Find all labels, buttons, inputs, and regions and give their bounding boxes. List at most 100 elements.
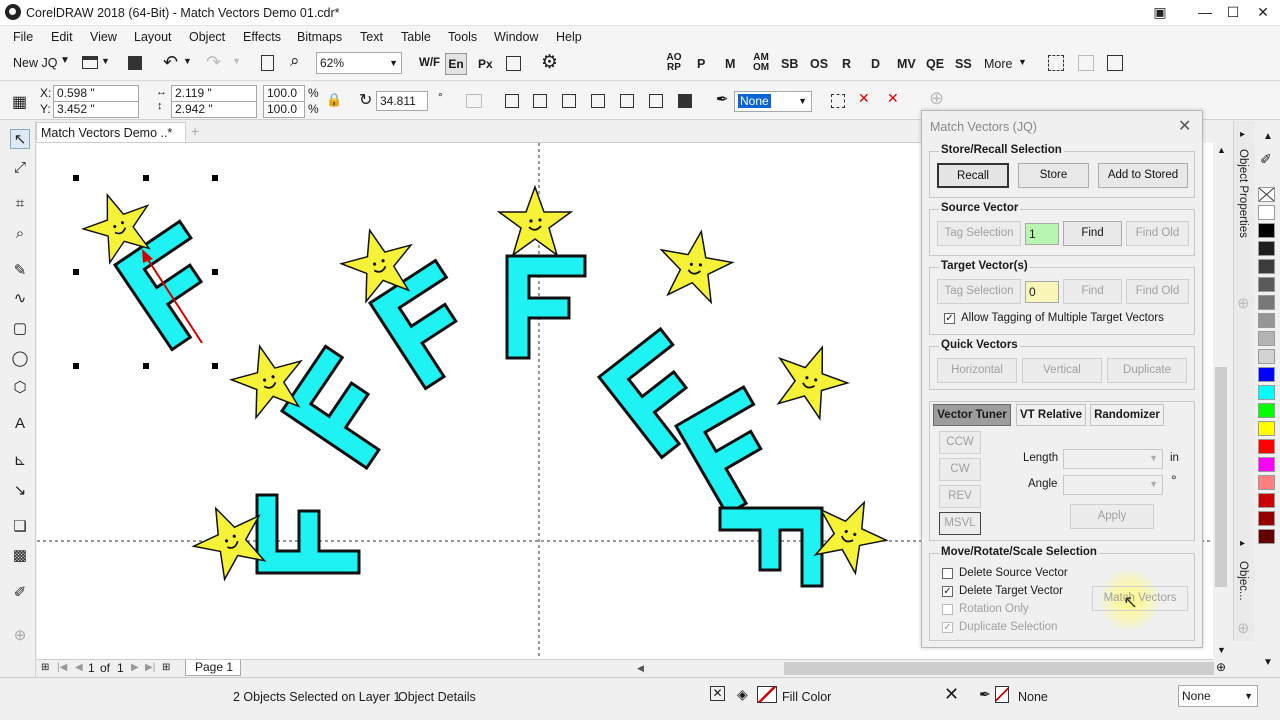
tab-randomizer[interactable]: Randomizer bbox=[1090, 404, 1164, 426]
x-position-field[interactable]: 0.598 " bbox=[53, 85, 139, 102]
match-vectors-button[interactable]: Match Vectors bbox=[1092, 586, 1188, 611]
macro-copy-icon[interactable] bbox=[1078, 55, 1094, 71]
rectangle-tool-icon[interactable]: ▢ bbox=[10, 319, 30, 339]
prev-page-icon[interactable]: ◀ bbox=[75, 662, 83, 673]
star-shape[interactable] bbox=[498, 186, 572, 256]
add-tool-icon[interactable]: ⊕ bbox=[10, 626, 30, 646]
target-tag-selection-button[interactable]: Tag Selection bbox=[937, 279, 1021, 304]
color-swatch[interactable] bbox=[1258, 439, 1275, 454]
no-color-swatch[interactable] bbox=[1258, 187, 1275, 202]
dock-add-icon-2[interactable]: ⊕ bbox=[1237, 619, 1250, 637]
duplicate-selection-checkbox[interactable]: ✓ bbox=[942, 622, 953, 633]
first-page-icon[interactable]: |◀ bbox=[57, 662, 67, 673]
open-dropdown-icon[interactable]: ▼ bbox=[101, 56, 110, 66]
object-properties-tab[interactable]: Object Properties bbox=[1237, 149, 1249, 238]
drop-shadow-tool-icon[interactable]: ❏ bbox=[10, 517, 30, 537]
outline-pen-status-icon[interactable]: ✒ bbox=[979, 686, 991, 703]
angle-select[interactable]: ▼ bbox=[1063, 475, 1163, 495]
macro-select-icon[interactable] bbox=[1048, 55, 1064, 71]
macro-mv-button[interactable]: MV bbox=[897, 57, 916, 71]
horizontal-button[interactable]: Horizontal bbox=[937, 358, 1017, 383]
zoom-level-field[interactable]: 62% ▼ bbox=[316, 52, 402, 74]
last-page-icon[interactable]: ▶| bbox=[145, 662, 155, 673]
new-button[interactable]: New JQ bbox=[13, 56, 57, 70]
menu-layout[interactable]: Layout bbox=[134, 30, 172, 44]
menu-text[interactable]: Text bbox=[360, 30, 383, 44]
dock-add-icon[interactable]: ⊕ bbox=[1237, 294, 1250, 312]
scroll-up-icon[interactable]: ▲ bbox=[1217, 145, 1226, 155]
dock-expand-icon[interactable]: ▸ bbox=[1240, 129, 1245, 140]
target-find-button[interactable]: Find bbox=[1063, 279, 1122, 304]
color-swatch[interactable] bbox=[1258, 223, 1275, 238]
color-swatch[interactable] bbox=[1258, 511, 1275, 526]
add-page-before-icon[interactable]: ⊞ bbox=[41, 662, 49, 673]
menu-window[interactable]: Window bbox=[494, 30, 538, 44]
scale-y-field[interactable]: 100.0 bbox=[263, 101, 305, 118]
macro-os-button[interactable]: OS bbox=[810, 57, 828, 71]
connector-tool-icon[interactable]: ↘ bbox=[10, 481, 30, 501]
back-minus-front-icon[interactable] bbox=[649, 94, 663, 108]
horizontal-scrollbar[interactable] bbox=[784, 662, 1214, 675]
simplify-icon[interactable] bbox=[591, 94, 605, 108]
color-swatch[interactable] bbox=[1258, 457, 1275, 472]
zoom-icon[interactable]: ⌕ bbox=[290, 51, 300, 71]
zoom-page-icon[interactable] bbox=[261, 55, 274, 71]
width-field[interactable]: 2.119 " bbox=[171, 85, 257, 102]
text-tool-icon[interactable]: A bbox=[10, 414, 30, 434]
macro-aorp-button[interactable]: AO RP bbox=[664, 53, 684, 73]
fullscreen-icon[interactable] bbox=[506, 56, 521, 71]
macro-sb-button[interactable]: SB bbox=[781, 57, 798, 71]
pixel-button[interactable]: Px bbox=[478, 57, 493, 71]
scroll-left-icon[interactable]: ◀ bbox=[637, 663, 645, 673]
color-swatch[interactable] bbox=[1258, 277, 1275, 292]
zoom-dropdown-icon[interactable]: ▼ bbox=[389, 53, 398, 73]
intersect-icon[interactable] bbox=[562, 94, 576, 108]
macro-p-button[interactable]: P bbox=[697, 57, 705, 71]
trim-icon[interactable] bbox=[533, 94, 547, 108]
front-minus-back-icon[interactable] bbox=[620, 94, 634, 108]
letter-f-shape[interactable] bbox=[718, 506, 824, 588]
polygon-tool-icon[interactable]: ⬡ bbox=[10, 378, 30, 398]
eyedropper-tool-icon[interactable]: ✐ bbox=[10, 583, 30, 603]
cw-button[interactable]: CW bbox=[939, 458, 981, 481]
star-shape[interactable] bbox=[653, 224, 738, 306]
outline-color-swatch[interactable] bbox=[995, 686, 1009, 703]
add-page-after-icon[interactable]: ⊞ bbox=[162, 662, 170, 673]
enhanced-button[interactable]: En bbox=[445, 53, 467, 75]
source-find-button[interactable]: Find bbox=[1063, 221, 1122, 246]
color-swatch[interactable] bbox=[1258, 205, 1275, 220]
source-find-old-button[interactable]: Find Old bbox=[1126, 221, 1189, 246]
color-swatch[interactable] bbox=[1258, 313, 1275, 328]
crop-tool-icon[interactable]: ⌗ bbox=[10, 194, 30, 214]
rotation-only-checkbox[interactable] bbox=[942, 604, 953, 615]
macro-amom-button[interactable]: AM OM bbox=[750, 53, 772, 73]
msvl-button[interactable]: MSVL bbox=[939, 512, 981, 535]
macro-m-button[interactable]: M bbox=[725, 57, 735, 71]
macro-qe-button[interactable]: QE bbox=[926, 57, 944, 71]
outline-width-select[interactable]: None ▼ bbox=[734, 91, 812, 112]
recall-button[interactable]: Recall bbox=[937, 163, 1009, 188]
minimize-button[interactable]: — bbox=[1190, 2, 1220, 22]
target-vector-id-field[interactable]: 0 bbox=[1025, 281, 1059, 303]
apply-button[interactable]: Apply bbox=[1070, 504, 1154, 529]
delete-select-icon[interactable]: ✕ bbox=[858, 90, 870, 107]
document-tab[interactable]: Match Vectors Demo ..* bbox=[36, 122, 186, 142]
open-folder-icon[interactable] bbox=[82, 56, 98, 69]
select-icon-1[interactable] bbox=[831, 94, 845, 108]
new-tab-icon[interactable]: + bbox=[191, 123, 199, 139]
color-swatch[interactable] bbox=[1258, 475, 1275, 490]
length-dropdown-icon[interactable]: ▼ bbox=[1149, 451, 1158, 466]
length-select[interactable]: ▼ bbox=[1063, 449, 1163, 469]
letter-f-shape[interactable] bbox=[255, 493, 361, 575]
fill-color-swatch[interactable] bbox=[757, 686, 777, 703]
boundary-icon[interactable] bbox=[678, 94, 692, 108]
outline-dropdown-icon[interactable]: ▼ bbox=[798, 92, 807, 111]
dimension-tool-icon[interactable]: ⊾ bbox=[10, 451, 30, 471]
close-button[interactable]: ✕ bbox=[1248, 2, 1278, 22]
add-to-stored-button[interactable]: Add to Stored bbox=[1098, 163, 1188, 188]
color-swatch[interactable] bbox=[1258, 367, 1275, 382]
add-icon[interactable]: ⊕ bbox=[929, 88, 944, 109]
palette-up-icon[interactable]: ▲ bbox=[1263, 131, 1273, 142]
next-page-icon[interactable]: ▶ bbox=[131, 662, 139, 673]
tab-vt-relative[interactable]: VT Relative bbox=[1016, 404, 1086, 426]
